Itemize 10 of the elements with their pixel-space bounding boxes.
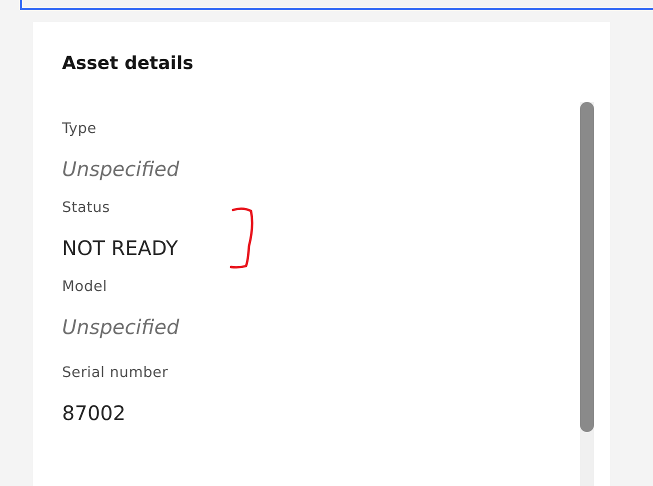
field-label: Type	[62, 120, 98, 139]
field-value: 87002	[62, 401, 127, 425]
field-value: Unspecified	[62, 315, 180, 339]
scrollbar-thumb[interactable]	[580, 102, 594, 432]
card-title: Asset details	[62, 52, 194, 76]
field-label: Status	[62, 199, 112, 218]
field-value: Unspecified	[62, 157, 180, 181]
field-label: Model	[62, 278, 108, 297]
field-label: Serial number	[62, 364, 170, 383]
field-value: NOT READY	[62, 236, 180, 260]
